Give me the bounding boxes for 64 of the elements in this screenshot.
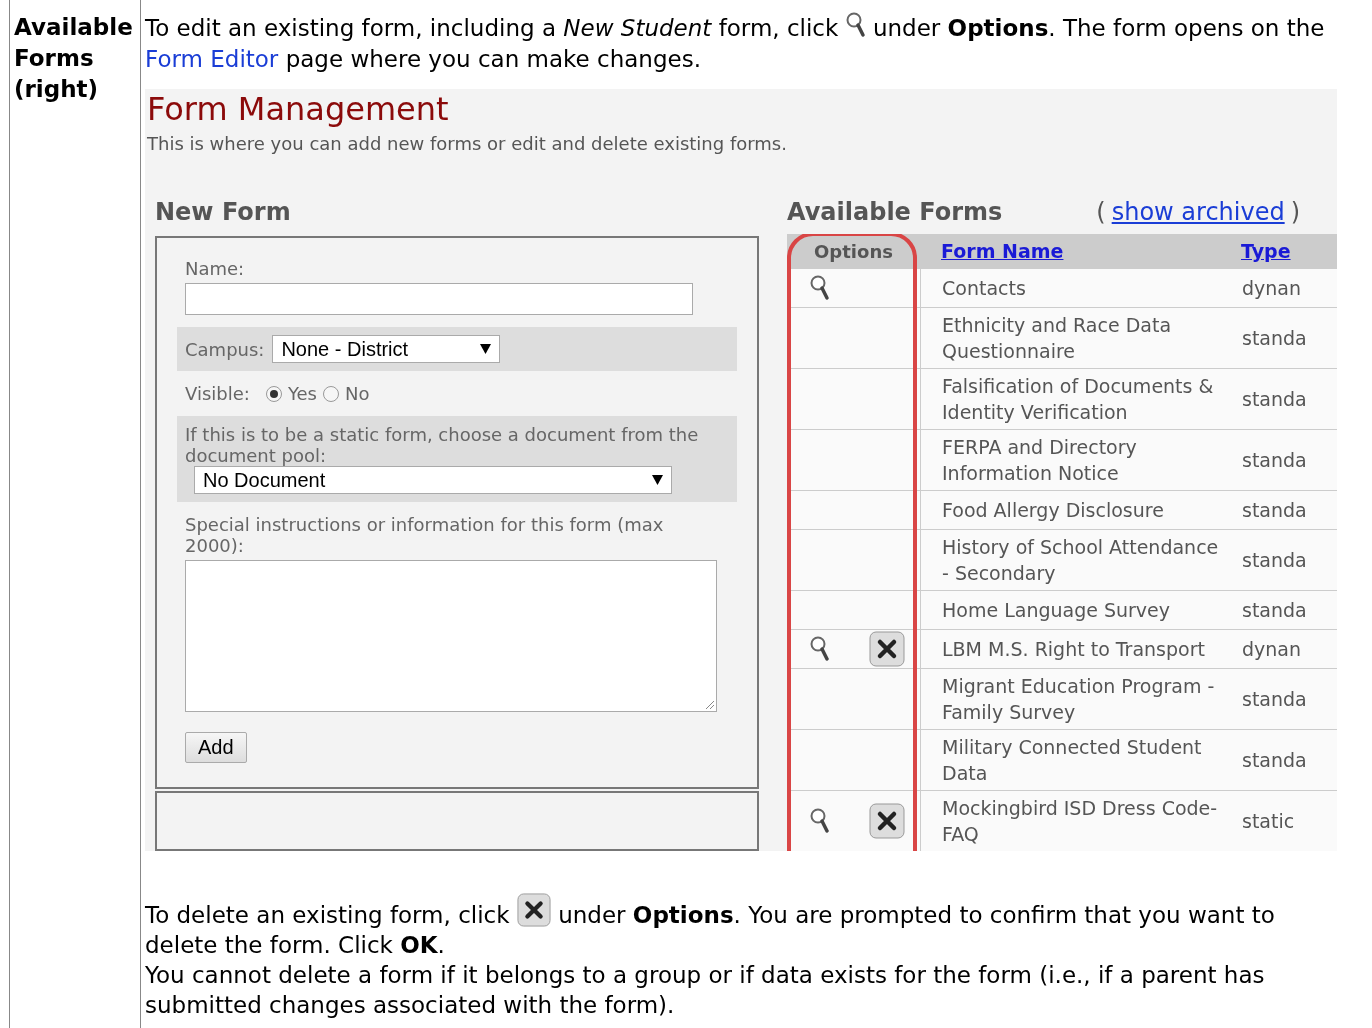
type-cell: dynan	[1242, 638, 1302, 660]
field-label: Name:	[185, 258, 246, 279]
instruction-text: page where you can make changes.	[285, 46, 701, 72]
table-header-cell-text: Available Forms (right)	[14, 13, 134, 104]
type-cell: static	[1242, 810, 1295, 832]
column-header: Options	[814, 240, 893, 262]
form-name-cell: Home Language Survey	[942, 599, 1171, 621]
view-icon[interactable]	[810, 808, 831, 834]
section-heading: New Form	[155, 198, 292, 226]
form-name-cell: History of School Attendance - Secondary	[942, 536, 1219, 584]
type-cell: standa	[1242, 499, 1307, 521]
add-button[interactable]: Add	[185, 732, 247, 763]
form-editor-link[interactable]: Form Editor	[145, 46, 279, 72]
caret-icon	[480, 344, 492, 354]
form-name-cell: Falsification of Documents & Identity Verification	[942, 375, 1214, 423]
instruction-text: To delete an existing form, click	[145, 902, 510, 928]
type-cell: standa	[1242, 549, 1307, 571]
field-label: Campus:	[185, 338, 265, 360]
column-header-link[interactable]: Form Name	[941, 240, 1064, 262]
radio-button[interactable]	[322, 385, 339, 402]
name-input-field[interactable]	[185, 283, 693, 315]
caret-icon	[652, 475, 663, 485]
show-archived-link[interactable]: show archived	[1111, 198, 1285, 226]
instruction-text: delete the form. Click OK.	[145, 932, 445, 958]
type-cell: standa	[1242, 388, 1307, 410]
campus-dropdown[interactable]: None - District	[272, 335, 501, 363]
form-name-cell: Food Allergy Disclosure	[942, 499, 1164, 521]
type-cell: standa	[1242, 449, 1307, 471]
resize-grip-icon[interactable]	[704, 699, 714, 709]
delete-icon[interactable]	[868, 631, 905, 667]
type-cell: standa	[1242, 599, 1307, 621]
field-label: Special instructions or information for this form (max 2000):	[185, 514, 665, 556]
form-name-cell: Military Connected Student Data	[942, 736, 1202, 784]
form-name-cell: FERPA and Directory Information Notice	[942, 436, 1137, 484]
form-name-cell: Contacts	[942, 277, 1026, 299]
page-subtitle: This is where you can add new forms or edit and delete existing forms.	[147, 133, 788, 154]
view-icon[interactable]	[810, 275, 831, 301]
section-heading: Available Forms	[787, 198, 1003, 226]
parenthesis: )	[1290, 198, 1301, 226]
instruction-text: To edit an existing form, including a New Student form, click	[145, 15, 839, 41]
radio-button[interactable]	[265, 385, 282, 402]
page-title: Form Management	[147, 89, 450, 129]
instruction-text: under Options. The form opens on the	[872, 15, 1325, 41]
delete-icon[interactable]	[868, 803, 905, 839]
form-name-cell: LBM M.S. Right to Transport	[942, 638, 1205, 660]
form-name-cell: Ethnicity and Race Data Questionnaire	[942, 314, 1172, 362]
delete-icon	[516, 893, 551, 927]
form-name-cell: Migrant Education Program - Family Survey	[942, 675, 1215, 723]
magnifier-icon	[845, 12, 866, 38]
form-name-cell: Mockingbird ISD Dress Code-FAQ	[942, 797, 1218, 845]
document-dropdown[interactable]: No Document	[194, 466, 672, 494]
column-header-link[interactable]: Type	[1241, 240, 1291, 262]
radio-label: Yes	[287, 383, 317, 404]
instruction-text: You cannot delete a form if it belongs to a group or if data exists for the form (i.e., if a parent has submitted changes associated with the form).	[145, 961, 1266, 1020]
field-label: Visible:	[185, 383, 250, 404]
radio-label: No	[344, 383, 370, 404]
type-cell: dynan	[1242, 277, 1302, 299]
instruction-text: under Options. You are prompted to confirm that you want to	[558, 902, 1275, 928]
field-label: If this is to be a static form, choose a document from the document pool:	[185, 424, 700, 466]
type-cell: standa	[1242, 688, 1307, 710]
view-icon[interactable]	[810, 636, 831, 662]
parenthesis: (	[1096, 198, 1106, 226]
type-cell: standa	[1242, 327, 1307, 349]
type-cell: standa	[1242, 749, 1307, 771]
